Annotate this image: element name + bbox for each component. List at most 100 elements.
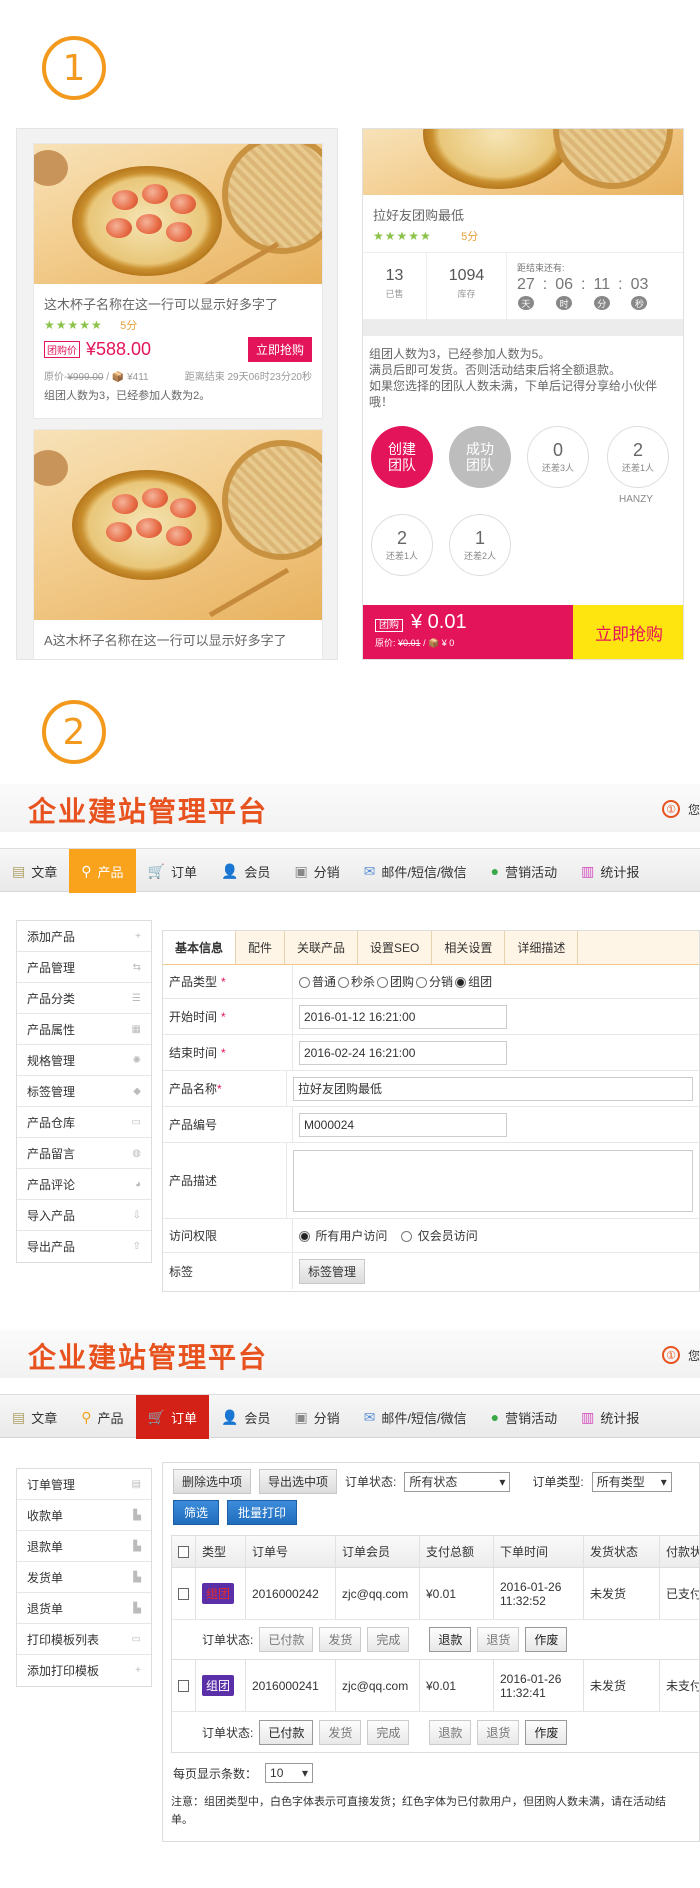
sidebar-item-shipments[interactable]: 发货单 ▙: [17, 1562, 151, 1593]
table-row[interactable]: 组团 2016000242 zjc@qq.com ¥0.01 2016-01-2…: [172, 1568, 699, 1660]
tab-seo[interactable]: 设置SEO: [358, 931, 433, 964]
complete-button[interactable]: 完成: [367, 1719, 410, 1745]
batch-print-button[interactable]: 批量打印: [227, 1500, 298, 1525]
product-title: 拉好友团购最低: [373, 208, 465, 223]
sidebar-item-review[interactable]: 产品评论 ◕: [17, 1169, 151, 1200]
tab-basic-info[interactable]: 基本信息: [163, 931, 237, 964]
row-checkbox[interactable]: [178, 1679, 189, 1692]
bar-chart-icon: ▥: [581, 862, 595, 879]
sidebar-item-print-templates[interactable]: 打印模板列表 ▭: [17, 1624, 151, 1655]
chat-icon: ◍: [132, 1147, 141, 1159]
create-team-button[interactable]: 创建 团队: [371, 426, 433, 488]
sidebar-item-receipts[interactable]: 收款单 ▙: [17, 1500, 151, 1531]
globe-icon: ●: [490, 1409, 500, 1425]
export-selected-button[interactable]: 导出选中项: [259, 1469, 338, 1494]
ship-button[interactable]: 发货: [319, 1719, 362, 1745]
plus-icon: +: [135, 930, 141, 942]
globe-icon: ●: [490, 863, 500, 879]
type-radio-groupbuy[interactable]: 团购: [377, 973, 414, 990]
team-slot[interactable]: 1 还差2人: [449, 514, 511, 576]
void-button[interactable]: 作废: [525, 1719, 568, 1745]
buy-now-button[interactable]: 立即抢购: [247, 337, 312, 362]
sidebar-item-add-print-template[interactable]: 添加打印模板 +: [17, 1655, 151, 1686]
sidebar-item-import[interactable]: 导入产品 ⇩: [17, 1200, 151, 1231]
team-slot[interactable]: 0 还差3人: [527, 426, 589, 488]
sidebar-item-warehouse[interactable]: 产品仓库 ▭: [17, 1107, 151, 1138]
user-circle-icon[interactable]: ①: [662, 800, 680, 818]
sidebar-item-order-manage[interactable]: 订单管理 ▤: [17, 1469, 151, 1500]
filter-button[interactable]: 筛选: [173, 1500, 220, 1525]
nav-item-product[interactable]: ⚲ 产品: [69, 849, 136, 893]
nav-item-messaging[interactable]: ✉ 邮件/短信/微信: [352, 1395, 479, 1439]
product-card[interactable]: 这木杯子名称在这一行可以显示好多字了 ★★★★★ 5分 团购价 ¥588.00 …: [33, 143, 323, 419]
nav-item-order[interactable]: 🛒 订单: [136, 849, 209, 893]
product-desc-textarea[interactable]: [293, 1149, 693, 1212]
sidebar-item-spec[interactable]: 规格管理 ✺: [17, 1045, 151, 1076]
start-time-field[interactable]: 2016-01-12 16:21:00: [299, 1004, 507, 1029]
sidebar-item-add-product[interactable]: 添加产品 +: [17, 921, 151, 952]
sidebar-item-product-attr[interactable]: 产品属性 ▦: [17, 1014, 151, 1045]
sidebar-item-refunds[interactable]: 退款单 ▙: [17, 1531, 151, 1562]
nav-item-statistics[interactable]: ▥ 统计报: [569, 849, 651, 893]
order-type-select[interactable]: 所有类型 ▾: [591, 1471, 672, 1492]
sidebar-item-export[interactable]: 导出产品 ⇧: [17, 1231, 151, 1262]
table-row[interactable]: 组团 2016000241 zjc@qq.com ¥0.01 2016-01-2…: [172, 1660, 699, 1752]
nav-item-messaging[interactable]: ✉ 邮件/短信/微信: [352, 849, 479, 893]
access-radio-member[interactable]: 仅会员访问: [401, 1227, 478, 1244]
swap-icon: ⇆: [132, 961, 141, 973]
paid-button[interactable]: 已付款: [259, 1627, 314, 1652]
team-slot[interactable]: 2 还差1人: [607, 426, 669, 488]
admin-header: 企业建站管理平台 ① 您: [0, 784, 700, 832]
nav-item-distribution[interactable]: ▣ 分销: [282, 1395, 351, 1439]
order-status-select[interactable]: 所有状态 ▾: [404, 1471, 511, 1492]
return-button[interactable]: 退货: [477, 1719, 520, 1745]
product-name-field[interactable]: 拉好友团购最低: [293, 1076, 693, 1101]
void-button[interactable]: 作废: [525, 1627, 568, 1652]
nav-item-product[interactable]: ⚲ 产品: [69, 1395, 135, 1439]
type-radio-normal[interactable]: 普通: [299, 973, 336, 990]
nav-item-article[interactable]: ▤ 文章: [0, 1395, 69, 1439]
per-page-select[interactable]: 10 ▾: [265, 1763, 314, 1783]
tag-manage-button[interactable]: 标签管理: [299, 1258, 366, 1284]
paid-button[interactable]: 已付款: [259, 1719, 314, 1745]
sidebar-item-product-category[interactable]: 产品分类 ☰: [17, 983, 151, 1014]
nav-item-order[interactable]: 🛒 订单: [135, 1395, 209, 1439]
buy-now-button[interactable]: 立即抢购: [573, 605, 683, 659]
nav-item-member[interactable]: 👤 会员: [209, 849, 282, 893]
user-circle-icon[interactable]: ①: [662, 1346, 680, 1364]
sidebar-item-returns[interactable]: 退货单 ▙: [17, 1593, 151, 1624]
complete-button[interactable]: 完成: [367, 1627, 410, 1652]
product-code-field[interactable]: M000024: [299, 1112, 507, 1137]
return-button[interactable]: 退货: [477, 1627, 520, 1652]
location-pin-icon: ⚲: [81, 862, 92, 879]
nav-item-marketing[interactable]: ● 营销活动: [479, 1395, 569, 1439]
nav-item-article[interactable]: ▤ 文章: [0, 849, 69, 893]
sidebar-item-tag[interactable]: 标签管理 ◆: [17, 1076, 151, 1107]
type-radio-flash[interactable]: 秒杀: [338, 973, 375, 990]
sidebar-item-message[interactable]: 产品留言 ◍: [17, 1138, 151, 1169]
nav-item-distribution[interactable]: ▣ 分销: [282, 849, 351, 893]
sidebar-item-product-manage[interactable]: 产品管理 ⇆: [17, 952, 151, 983]
success-team-button[interactable]: 成功 团队: [449, 426, 511, 488]
nav-item-marketing[interactable]: ● 营销活动: [479, 849, 569, 893]
product-card[interactable]: A这木杯子名称在这一行可以显示好多字了: [33, 429, 323, 659]
end-time-label: 结束时间: [169, 1046, 218, 1060]
refund-button[interactable]: 退款: [429, 1627, 472, 1652]
refund-button[interactable]: 退款: [429, 1719, 472, 1745]
nav-item-member[interactable]: 👤 会员: [209, 1395, 282, 1439]
row-checkbox[interactable]: [178, 1587, 189, 1600]
tab-detail-desc[interactable]: 详细描述: [505, 931, 579, 964]
nav-item-statistics[interactable]: ▥ 统计报: [569, 1395, 651, 1439]
export-icon: ⇧: [132, 1241, 141, 1252]
ship-button[interactable]: 发货: [319, 1627, 362, 1652]
select-all-checkbox[interactable]: [178, 1545, 189, 1558]
end-time-field[interactable]: 2016-02-24 16:21:00: [299, 1040, 507, 1065]
tab-accessories[interactable]: 配件: [236, 931, 286, 964]
team-slot[interactable]: 2 还差1人: [371, 514, 433, 576]
delete-selected-button[interactable]: 删除选中项: [173, 1469, 252, 1494]
access-radio-all[interactable]: 所有用户访问: [299, 1227, 387, 1244]
tab-related-products[interactable]: 关联产品: [285, 931, 359, 964]
type-radio-team[interactable]: 组团: [455, 973, 492, 990]
type-radio-distribution[interactable]: 分销: [416, 973, 453, 990]
tab-settings[interactable]: 相关设置: [432, 931, 506, 964]
